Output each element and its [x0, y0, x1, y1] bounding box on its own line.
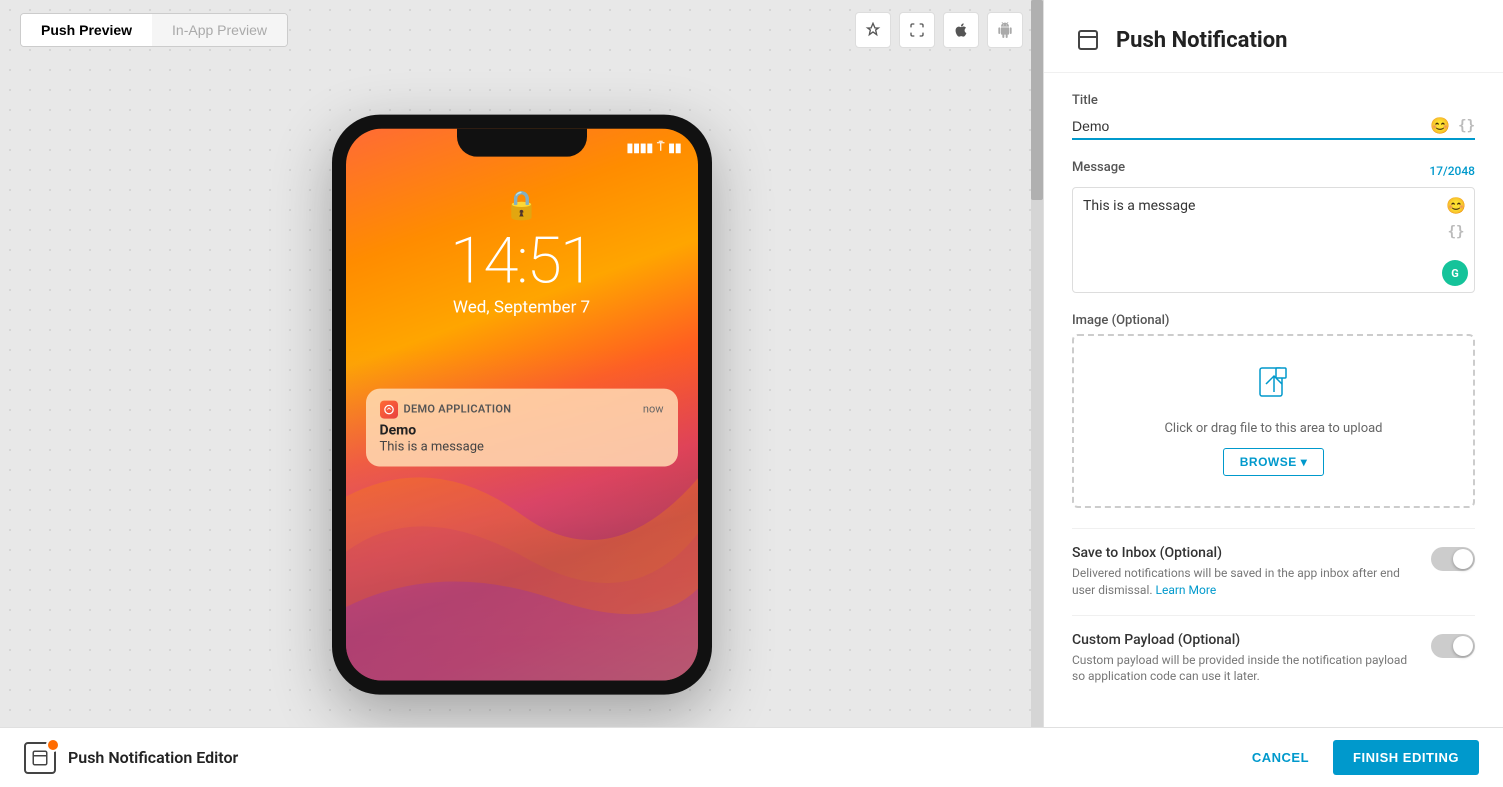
lock-time: 14:51 [346, 229, 698, 293]
bell-dot [46, 738, 60, 752]
save-inbox-info: Save to Inbox (Optional) Delivered notif… [1072, 545, 1419, 599]
message-curly-button[interactable]: {} [1446, 224, 1466, 240]
scroll-track[interactable] [1031, 0, 1043, 727]
tab-inapp-preview[interactable]: In-App Preview [152, 14, 287, 46]
message-textarea[interactable]: This is a message [1073, 188, 1474, 288]
finish-editing-button[interactable]: FINISH EDITING [1333, 740, 1479, 775]
bottom-left: Push Notification Editor [24, 742, 238, 774]
save-inbox-toggle[interactable] [1431, 547, 1475, 571]
notif-time: now [643, 403, 664, 416]
wifi-icon: ⍑ [657, 140, 664, 155]
save-inbox-row: Save to Inbox (Optional) Delivered notif… [1072, 545, 1475, 599]
expand-icon-btn[interactable] [899, 12, 935, 48]
notif-app-name: DEMO APPLICATION [404, 403, 512, 416]
phone-frame: ▮▮▮▮ ⍑ ▮▮ 🔒 14:51 Wed, September 7 [332, 114, 712, 694]
title-input-wrapper: 😊 {} [1072, 114, 1475, 140]
phone-mockup: ▮▮▮▮ ⍑ ▮▮ 🔒 14:51 Wed, September 7 [332, 114, 712, 694]
lock-icon: 🔒 [346, 188, 698, 221]
cancel-button[interactable]: CANCEL [1240, 742, 1321, 773]
panel-body: Title 😊 {} Message 17/2048 This is a mes… [1044, 73, 1503, 727]
panel-title: Push Notification [1116, 28, 1287, 53]
notif-app-info: DEMO APPLICATION [380, 400, 512, 418]
editor-icon [24, 742, 56, 774]
battery-icon: ▮▮ [668, 140, 681, 154]
preview-toolbar: Push Preview In-App Preview [0, 0, 1043, 60]
panel-header-icon [1072, 24, 1104, 56]
message-emoji-button[interactable]: 😊 [1446, 196, 1466, 216]
message-textarea-actions: 😊 {} [1446, 196, 1466, 240]
notif-title: Demo [380, 422, 664, 438]
status-right: ▮▮▮▮ ⍑ ▮▮ [627, 140, 682, 155]
bottom-title: Push Notification Editor [68, 748, 238, 767]
preview-area: Push Preview In-App Preview [0, 0, 1043, 727]
browse-label: BROWSE [1240, 455, 1297, 469]
signal-icon: ▮▮▮▮ [627, 140, 653, 154]
notification-card: DEMO APPLICATION now Demo This is a mess… [366, 388, 678, 466]
message-field-label: Message [1072, 160, 1125, 175]
save-inbox-learn-more[interactable]: Learn More [1156, 583, 1217, 597]
title-input[interactable] [1072, 114, 1475, 138]
custom-payload-info: Custom Payload (Optional) Custom payload… [1072, 632, 1419, 686]
browse-button[interactable]: BROWSE ▾ [1223, 448, 1325, 476]
title-input-actions: 😊 {} [1430, 116, 1475, 136]
message-textarea-wrapper: This is a message 😊 {} G [1072, 187, 1475, 293]
save-inbox-title: Save to Inbox (Optional) [1072, 545, 1419, 561]
custom-payload-title: Custom Payload (Optional) [1072, 632, 1419, 648]
notif-message: This is a message [380, 439, 664, 454]
message-counter: 17/2048 [1429, 164, 1475, 178]
lock-date: Wed, September 7 [346, 297, 698, 317]
notif-app-icon [380, 400, 398, 418]
upload-text: Click or drag file to this area to uploa… [1164, 421, 1382, 436]
custom-payload-toggle[interactable] [1431, 634, 1475, 658]
phone-screen: ▮▮▮▮ ⍑ ▮▮ 🔒 14:51 Wed, September 7 [346, 128, 698, 680]
tab-push-preview[interactable]: Push Preview [21, 14, 152, 46]
right-panel: Push Notification Title 😊 {} Message 17/ [1043, 0, 1503, 727]
message-label-row: Message 17/2048 [1072, 160, 1475, 181]
image-field-label: Image (Optional) [1072, 313, 1475, 328]
notification-header: DEMO APPLICATION now [380, 400, 664, 418]
title-field-label: Title [1072, 93, 1475, 108]
panel-header: Push Notification [1044, 0, 1503, 73]
save-inbox-desc: Delivered notifications will be saved in… [1072, 565, 1419, 599]
phone-notch [457, 128, 587, 156]
image-upload-area[interactable]: Click or drag file to this area to uploa… [1072, 334, 1475, 508]
lock-screen-content: 🔒 14:51 Wed, September 7 [346, 188, 698, 317]
apple-icon-btn[interactable] [943, 12, 979, 48]
title-emoji-button[interactable]: 😊 [1430, 116, 1450, 136]
preview-icon-group [855, 12, 1023, 48]
title-field-section: Title 😊 {} [1072, 93, 1475, 140]
message-field-section: Message 17/2048 This is a message 😊 {} G [1072, 160, 1475, 293]
custom-payload-desc: Custom payload will be provided inside t… [1072, 652, 1419, 686]
browse-chevron-icon: ▾ [1301, 455, 1308, 469]
save-inbox-section: Save to Inbox (Optional) Delivered notif… [1072, 528, 1475, 615]
pin-icon-btn[interactable] [855, 12, 891, 48]
upload-file-icon [1258, 366, 1290, 409]
title-curly-button[interactable]: {} [1458, 118, 1475, 134]
bottom-bar: Push Notification Editor CANCEL FINISH E… [0, 727, 1503, 787]
custom-payload-row: Custom Payload (Optional) Custom payload… [1072, 632, 1475, 686]
grammarly-icon[interactable]: G [1442, 260, 1468, 286]
android-icon-btn[interactable] [987, 12, 1023, 48]
bottom-right: CANCEL FINISH EDITING [1240, 740, 1479, 775]
custom-payload-section: Custom Payload (Optional) Custom payload… [1072, 615, 1475, 702]
preview-tabs: Push Preview In-App Preview [20, 13, 288, 47]
image-field-section: Image (Optional) Click or drag file to t… [1072, 313, 1475, 508]
